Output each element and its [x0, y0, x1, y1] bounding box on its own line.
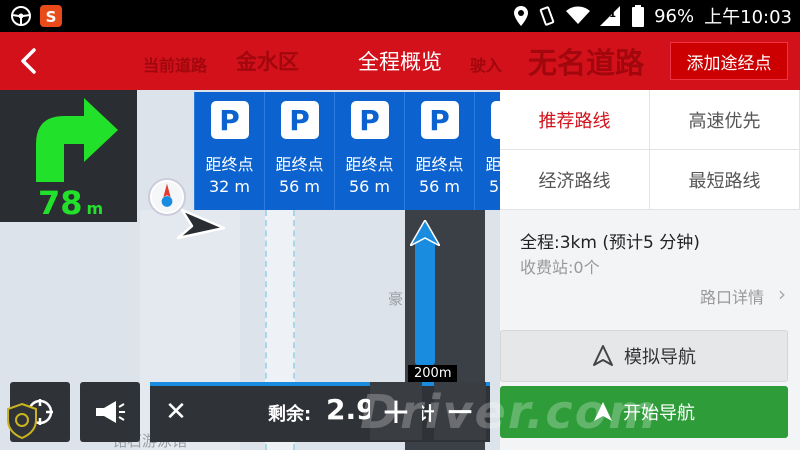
- simulate-navigation-button[interactable]: 模拟导航: [500, 330, 788, 382]
- parking-distance: 56 m: [278, 177, 321, 196]
- svg-text:S: S: [46, 8, 57, 26]
- tab-economic-route[interactable]: 经济路线: [500, 150, 650, 210]
- parking-item[interactable]: P 距终点 32 m: [194, 92, 264, 210]
- voice-broadcast-button[interactable]: [80, 382, 140, 442]
- parking-distance: 56 m: [348, 177, 391, 196]
- navigation-outline-icon: [593, 345, 613, 366]
- parking-icon: P: [280, 101, 319, 139]
- turn-distance-value: 78: [38, 184, 83, 222]
- battery-icon: [632, 5, 645, 27]
- parking-icon: P: [210, 101, 249, 139]
- status-bar: S 1 96% 上午10:03: [0, 0, 800, 32]
- simulate-navigation-label: 模拟导航: [624, 347, 696, 368]
- route-line: [415, 235, 435, 365]
- route-direction-icon: [410, 220, 440, 246]
- turn-distance-unit: m: [86, 199, 104, 218]
- turn-right-icon: [36, 98, 118, 182]
- close-icon[interactable]: ✕: [162, 398, 190, 426]
- tab-recommended-route[interactable]: 推荐路线: [500, 90, 650, 150]
- vehicle-position-icon: [176, 208, 226, 240]
- megaphone-icon: [96, 401, 125, 423]
- parking-label: 距终点: [345, 155, 394, 174]
- parking-label: 距终点: [415, 155, 464, 174]
- junction-details-link[interactable]: 路口详情: [700, 284, 764, 308]
- add-waypoint-button[interactable]: 添加途经点: [670, 42, 788, 80]
- remaining-label: 剩余:: [268, 404, 312, 425]
- parking-list: P 距终点 32 m P 距终点 56 m P 距终点 56 m P 距终点 5…: [194, 92, 546, 210]
- sogou-app-icon: S: [40, 5, 62, 27]
- status-indicators: 1 96% 上午10:03: [514, 0, 792, 32]
- parking-label: 距终点: [275, 155, 324, 174]
- parking-distance: 56 m: [418, 177, 461, 196]
- clock: 上午10:03: [704, 7, 792, 28]
- sim-label: 1: [609, 9, 617, 20]
- steering-wheel-icon: [11, 6, 31, 26]
- map-scale: 200m: [408, 365, 458, 382]
- header-bar: 当前道路 金水区 驶入 无名道路 全程概览 添加途经点: [0, 32, 800, 90]
- sim-signal-icon: 1: [600, 6, 622, 26]
- parking-icon: P: [420, 101, 459, 139]
- parking-label: 距终点: [205, 155, 254, 174]
- parking-icon: P: [350, 101, 389, 139]
- toll-count: 收费站:0个: [520, 258, 600, 277]
- route-total: 全程:3km (预计5 分钟): [520, 233, 700, 253]
- chevron-right-icon[interactable]: ›: [778, 282, 786, 306]
- parking-item[interactable]: P 距终点 56 m: [264, 92, 334, 210]
- wifi-icon: [566, 6, 591, 24]
- location-icon: [514, 6, 529, 26]
- shield-icon: [7, 402, 37, 440]
- battery-level: 96%: [654, 5, 695, 27]
- turn-indicator: 78 m: [0, 90, 137, 222]
- tab-highway-first[interactable]: 高速优先: [650, 90, 800, 150]
- tab-shortest-route[interactable]: 最短路线: [650, 150, 800, 210]
- vibrate-icon: [539, 6, 555, 26]
- route-options: 推荐路线 高速优先 经济路线 最短路线: [500, 90, 800, 210]
- map-poi-label: 豪: [388, 290, 404, 308]
- parking-distance: 32 m: [208, 177, 251, 196]
- parking-item[interactable]: P 距终点 56 m: [404, 92, 474, 210]
- parking-item[interactable]: P 距终点 56 m: [334, 92, 404, 210]
- watermark: Driver.com: [360, 385, 659, 439]
- turn-distance: 78 m: [38, 184, 103, 222]
